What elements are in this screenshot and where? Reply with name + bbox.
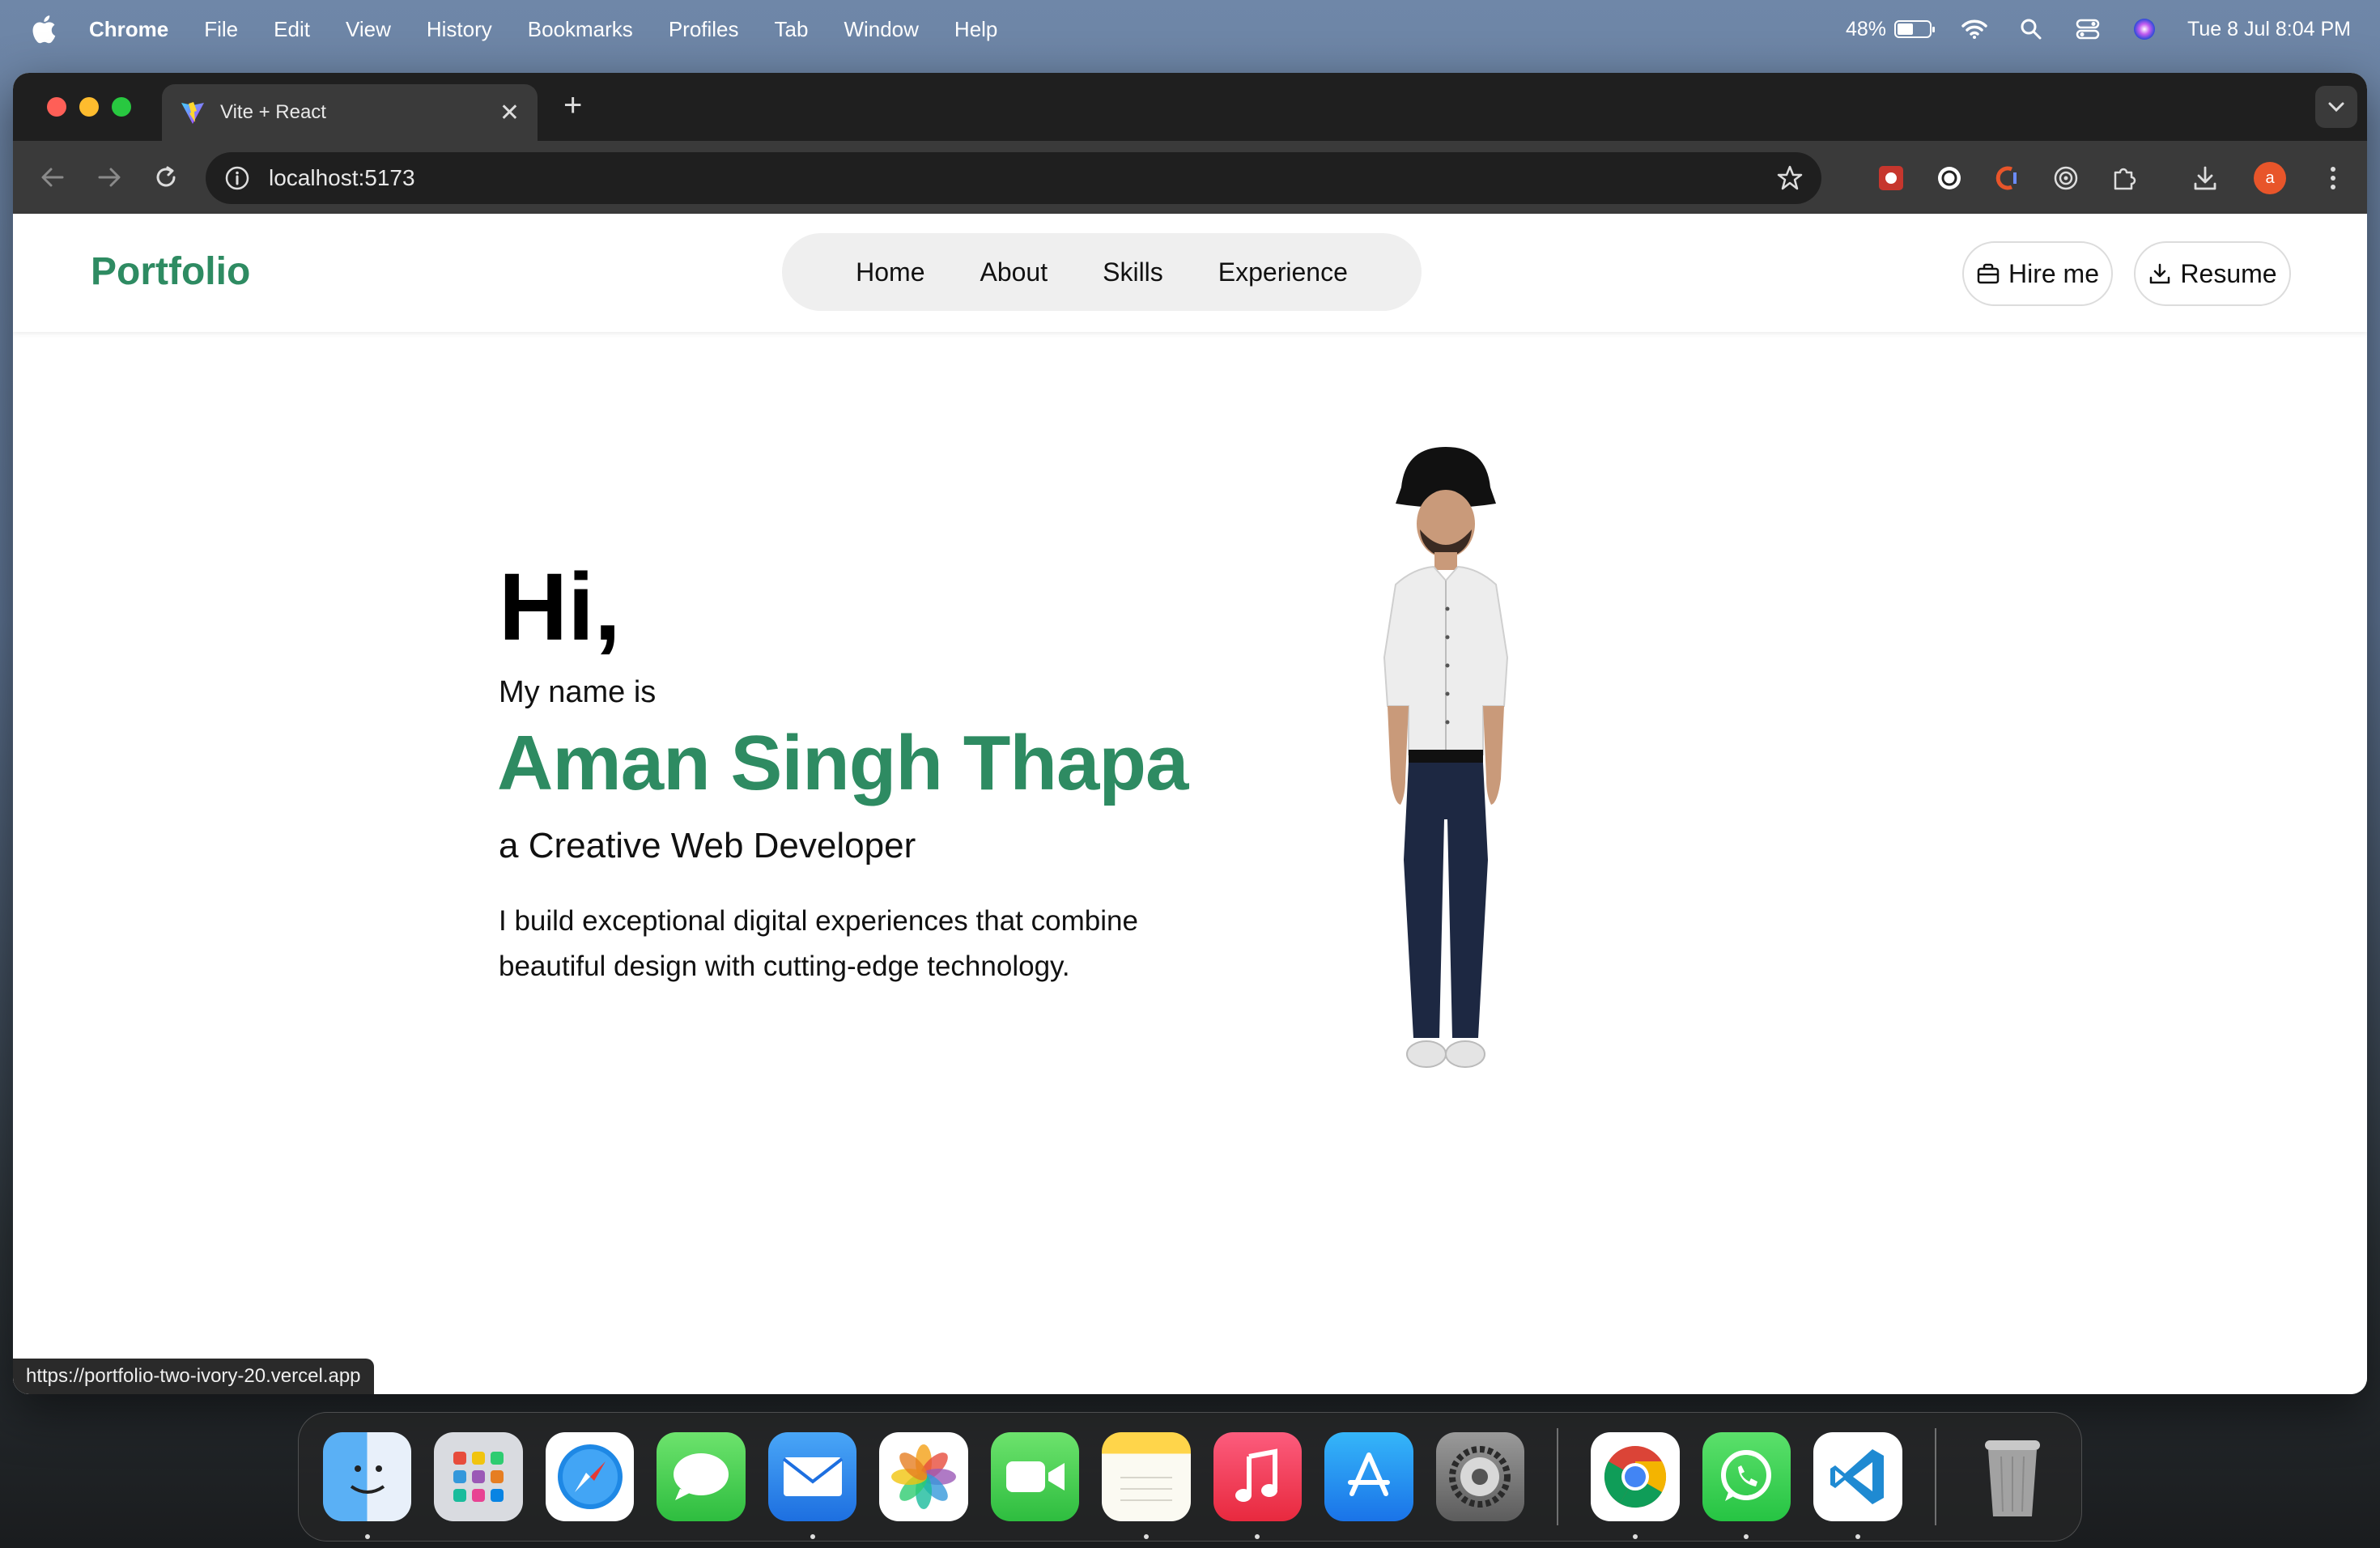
dock-separator-2 (1934, 1428, 1936, 1525)
close-window-button[interactable] (47, 97, 66, 117)
launchpad-icon[interactable] (434, 1432, 523, 1521)
nav-skills[interactable]: Skills (1075, 257, 1191, 287)
web-page: Portfolio Home About Skills Experience H… (13, 214, 2367, 1394)
close-tab-icon[interactable]: ✕ (499, 99, 520, 127)
vite-favicon-icon (181, 102, 204, 124)
hero-role: a Creative Web Developer (499, 826, 916, 865)
tab-search-button[interactable] (2315, 86, 2357, 128)
nav-about[interactable]: About (952, 257, 1075, 287)
notes-icon[interactable] (1102, 1432, 1191, 1539)
spotlight-search-icon[interactable] (2017, 17, 2045, 41)
siri-icon[interactable] (2131, 17, 2158, 41)
extensions-puzzle-icon[interactable] (2108, 162, 2140, 194)
url-text[interactable]: localhost:5173 (269, 165, 415, 191)
more-menu-icon[interactable] (2317, 162, 2349, 194)
mail-icon[interactable] (767, 1432, 857, 1539)
facetime-icon[interactable] (990, 1432, 1080, 1521)
arrow-right-icon (98, 168, 121, 187)
menu-app-chrome[interactable]: Chrome (89, 17, 168, 42)
maximize-window-button[interactable] (112, 97, 131, 117)
chrome-icon[interactable] (1591, 1432, 1680, 1539)
battery-percent: 48% (1846, 17, 1887, 40)
music-icon[interactable] (1213, 1432, 1303, 1539)
downloads-icon[interactable] (2189, 162, 2221, 194)
download-icon (2150, 263, 2170, 284)
minimize-window-button[interactable] (79, 97, 99, 117)
hero-description: I build exceptional digital experiences … (499, 905, 1138, 982)
3d-avatar-model[interactable] (1324, 439, 1567, 1143)
site-info-icon[interactable] (223, 164, 251, 192)
finder-icon[interactable] (323, 1432, 412, 1539)
whatsapp-icon[interactable] (1702, 1432, 1791, 1539)
hire-me-button[interactable]: Hire me (1962, 241, 2113, 306)
extension-3-icon[interactable] (1991, 162, 2024, 194)
menu-edit[interactable]: Edit (274, 17, 310, 42)
extension-1-icon[interactable] (1875, 162, 1907, 194)
tab-strip: Vite + React ✕ + (13, 73, 2367, 141)
battery-icon (1894, 20, 1936, 38)
window-controls (47, 97, 131, 117)
site-header: Portfolio Home About Skills Experience H… (13, 214, 2367, 332)
profile-avatar-button[interactable]: a (2254, 162, 2286, 194)
menu-tab[interactable]: Tab (775, 17, 809, 42)
app-store-icon[interactable] (1324, 1432, 1413, 1521)
tab-title: Vite + React (220, 101, 326, 123)
browser-window: Vite + React ✕ + localhost:5173 a Portfo… (13, 73, 2367, 1394)
messages-icon[interactable] (657, 1432, 746, 1521)
trash-icon[interactable] (1969, 1432, 2057, 1521)
new-tab-button[interactable]: + (563, 87, 582, 124)
control-center-icon[interactable] (2074, 17, 2102, 41)
hero-section: Hi, My name is Aman Singh Thapa a Creati… (13, 332, 2367, 1394)
address-bar[interactable]: localhost:5173 (206, 152, 1821, 204)
battery-status[interactable]: 48% (1846, 17, 1936, 41)
photos-icon[interactable] (879, 1432, 968, 1521)
dock (298, 1412, 2082, 1542)
back-button[interactable] (34, 159, 71, 196)
hero-greeting: Hi, (499, 554, 621, 661)
menu-bar: Chrome File Edit View History Bookmarks … (0, 0, 2380, 58)
forward-button[interactable] (91, 159, 128, 196)
nav-home[interactable]: Home (828, 257, 952, 287)
dock-separator (1557, 1428, 1559, 1525)
menu-datetime[interactable]: Tue 8 Jul 8:04 PM (2187, 18, 2351, 41)
menu-help[interactable]: Help (954, 17, 997, 42)
reload-icon (156, 166, 176, 187)
bookmark-star-icon[interactable] (1776, 164, 1804, 192)
reload-button[interactable] (147, 159, 185, 196)
menu-file[interactable]: File (204, 17, 238, 42)
system-settings-icon[interactable] (1435, 1432, 1525, 1521)
extension-4-icon[interactable] (2050, 162, 2082, 194)
link-status-bar: https://portfolio-two-ivory-20.vercel.ap… (13, 1359, 374, 1394)
resume-label: Resume (2180, 258, 2277, 288)
chevron-down-icon (2328, 102, 2344, 113)
tab-vite-react[interactable]: Vite + React ✕ (162, 84, 538, 141)
menu-window[interactable]: Window (844, 17, 918, 42)
resume-button[interactable]: Resume (2134, 241, 2291, 306)
menu-profiles[interactable]: Profiles (669, 17, 739, 42)
hire-me-label: Hire me (2008, 258, 2099, 288)
vscode-icon[interactable] (1813, 1432, 1902, 1539)
browser-toolbar: localhost:5173 a (13, 141, 2367, 214)
extension-2-icon[interactable] (1933, 162, 1966, 194)
briefcase-icon (1977, 263, 2000, 284)
arrow-left-icon (41, 168, 64, 187)
menu-bookmarks[interactable]: Bookmarks (528, 17, 633, 42)
apple-icon[interactable] (29, 13, 57, 45)
nav-experience[interactable]: Experience (1191, 257, 1375, 287)
hero-name: Aman Singh Thapa (497, 720, 1188, 806)
wifi-icon[interactable] (1961, 17, 1988, 41)
menu-history[interactable]: History (427, 17, 492, 42)
hero-intro: My name is (499, 675, 657, 709)
site-logo[interactable]: Portfolio (91, 249, 250, 294)
safari-icon[interactable] (545, 1432, 635, 1521)
main-nav: Home About Skills Experience (782, 233, 1422, 311)
menu-view[interactable]: View (346, 17, 391, 42)
